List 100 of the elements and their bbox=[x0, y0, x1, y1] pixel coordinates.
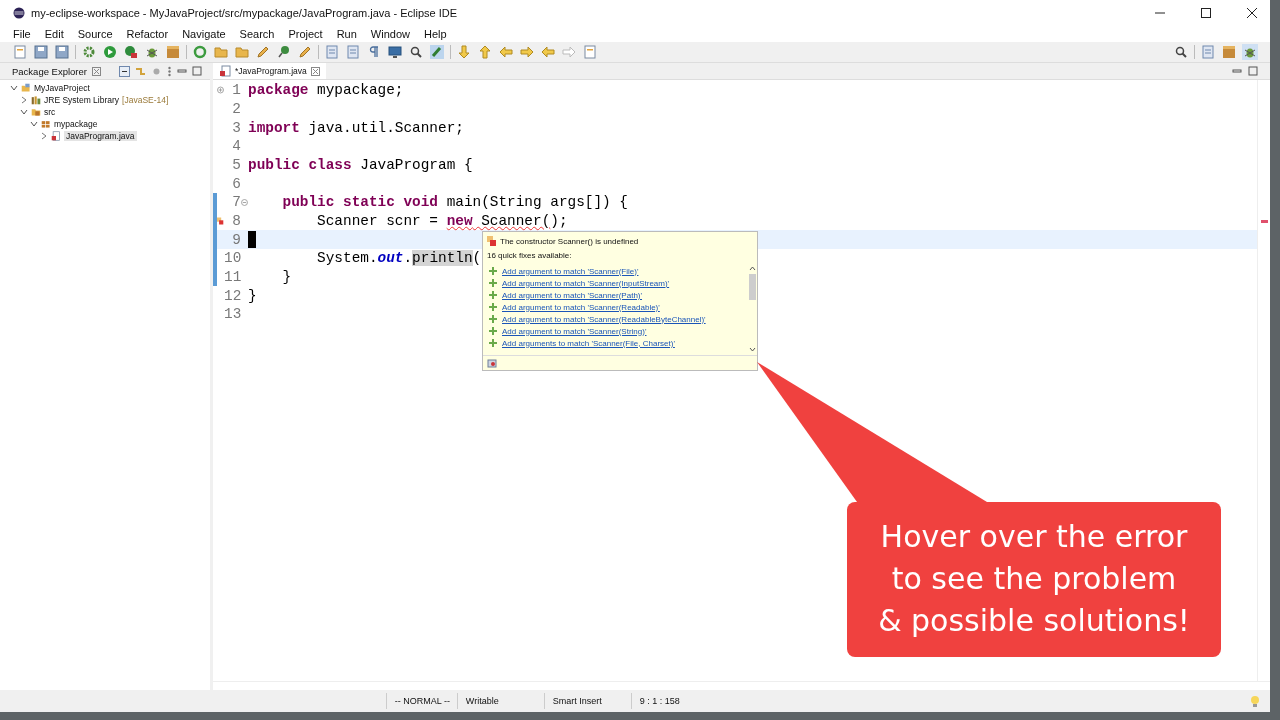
menu-item[interactable]: Window bbox=[370, 28, 410, 40]
pencil-icon[interactable] bbox=[255, 44, 271, 60]
pin-icon[interactable] bbox=[276, 44, 292, 60]
collapse-chevron-icon[interactable] bbox=[30, 120, 38, 128]
tree-item[interactable]: MyJavaProject bbox=[34, 83, 90, 93]
run-icon[interactable] bbox=[102, 44, 118, 60]
back-arrow-icon[interactable] bbox=[498, 44, 514, 60]
pencil-icon[interactable] bbox=[297, 44, 313, 60]
tree-item[interactable]: JavaProgram.java bbox=[64, 131, 137, 141]
forward-arrow-icon[interactable] bbox=[519, 44, 535, 60]
package-icon[interactable] bbox=[1221, 44, 1237, 60]
minimize-icon[interactable] bbox=[177, 66, 187, 76]
line-number: 8 bbox=[231, 212, 241, 229]
status-insert-mode: Smart Insert bbox=[543, 693, 631, 709]
error-icon bbox=[487, 236, 497, 246]
line-number: 11 bbox=[224, 268, 241, 285]
expand-fold-icon[interactable] bbox=[217, 86, 224, 95]
expand-chevron-icon[interactable] bbox=[20, 96, 28, 104]
view-menu-icon[interactable] bbox=[167, 65, 172, 77]
editor-tab[interactable]: *JavaProgram.java bbox=[213, 63, 326, 79]
minimize-icon[interactable] bbox=[1232, 66, 1242, 76]
java-file-icon bbox=[219, 65, 231, 77]
plus-icon bbox=[489, 339, 497, 347]
collapse-chevron-icon[interactable] bbox=[10, 84, 18, 92]
new-file-icon[interactable] bbox=[12, 44, 28, 60]
magnifier-icon[interactable] bbox=[408, 44, 424, 60]
collapse-chevron-icon[interactable] bbox=[20, 108, 28, 116]
save-icon[interactable] bbox=[33, 44, 49, 60]
code-line: } bbox=[248, 287, 257, 304]
package-icon[interactable] bbox=[165, 44, 181, 60]
run-tool-icon[interactable] bbox=[123, 44, 139, 60]
quick-fix-link[interactable]: Add argument to match 'Scanner(InputStream)' bbox=[502, 278, 670, 288]
tree-item[interactable]: mypackage bbox=[54, 119, 98, 129]
list-icon[interactable] bbox=[345, 44, 361, 60]
class-icon[interactable] bbox=[192, 44, 208, 60]
plus-icon bbox=[489, 315, 497, 323]
folder-icon[interactable] bbox=[213, 44, 229, 60]
line-number: 10 bbox=[224, 250, 241, 267]
up-arrow-icon[interactable] bbox=[477, 44, 493, 60]
settings-icon[interactable] bbox=[487, 358, 497, 368]
package-folder-icon bbox=[31, 107, 41, 117]
line-number: 6 bbox=[231, 175, 241, 192]
right-arrow-icon[interactable] bbox=[561, 44, 577, 60]
code-line: System.out.println( bbox=[316, 250, 482, 267]
java-file-icon bbox=[51, 131, 61, 141]
menu-item[interactable]: Project bbox=[288, 28, 323, 40]
scroll-thumb[interactable] bbox=[748, 274, 756, 300]
error-message: The constructor Scanner() is undefined bbox=[500, 236, 639, 246]
menu-item[interactable]: File bbox=[13, 28, 31, 40]
menu-item[interactable]: Run bbox=[336, 28, 357, 40]
save-all-icon[interactable] bbox=[54, 44, 70, 60]
plus-icon bbox=[489, 303, 497, 311]
maximize-icon[interactable] bbox=[1200, 7, 1212, 19]
gear-icon[interactable] bbox=[81, 44, 97, 60]
search-icon[interactable] bbox=[1173, 44, 1189, 60]
java-perspective-icon[interactable] bbox=[1242, 44, 1258, 60]
close-icon[interactable] bbox=[1246, 7, 1258, 19]
collapse-fold-icon[interactable] bbox=[241, 198, 248, 206]
down-arrow-icon[interactable] bbox=[456, 44, 472, 60]
quick-fix-link[interactable]: Add argument to match 'Scanner(ReadableByteChannel)' bbox=[502, 314, 706, 324]
menu-item[interactable]: Search bbox=[239, 28, 275, 40]
monitor-icon[interactable] bbox=[387, 44, 403, 60]
list-icon[interactable] bbox=[324, 44, 340, 60]
line-number: 4 bbox=[231, 138, 241, 155]
line-number: 5 bbox=[231, 156, 241, 173]
code-line: public class JavaProgram { bbox=[248, 156, 473, 173]
quick-fix-count: 16 quick fixes available: bbox=[486, 250, 573, 262]
status-writable: Writable bbox=[456, 693, 544, 709]
lightbulb-icon[interactable] bbox=[1250, 694, 1260, 708]
tree-item[interactable]: src bbox=[44, 107, 56, 117]
collapse-all-icon[interactable] bbox=[119, 65, 130, 77]
line-number: 9 bbox=[231, 231, 241, 248]
status-mode: -- NORMAL -- bbox=[385, 693, 457, 709]
expand-chevron-icon[interactable] bbox=[40, 132, 48, 140]
callout-text: Hover over the error to see the problem & possible solutions! bbox=[847, 502, 1221, 657]
plus-icon bbox=[489, 279, 497, 287]
scroll-down-icon[interactable] bbox=[748, 347, 756, 352]
folder-icon[interactable] bbox=[234, 44, 250, 60]
status-position: 9 : 1 : 158 bbox=[630, 693, 710, 709]
text-cursor bbox=[248, 231, 256, 249]
menu-item[interactable]: Help bbox=[424, 28, 447, 40]
code-line: public static void main(String args[]) { bbox=[281, 194, 628, 211]
code-line: } bbox=[281, 268, 292, 285]
window-icon[interactable] bbox=[582, 44, 598, 60]
quick-fix-link[interactable]: Add argument to match 'Scanner(File)' bbox=[502, 266, 639, 276]
menu-item[interactable]: Navigate bbox=[182, 28, 226, 40]
books-icon bbox=[31, 95, 41, 105]
quick-fix-link[interactable]: Add argument to match 'Scanner(Path)' bbox=[502, 290, 642, 300]
scroll-up-icon[interactable] bbox=[748, 266, 756, 271]
left-arrow-icon[interactable] bbox=[540, 44, 556, 60]
menu-item[interactable]: Source bbox=[77, 28, 113, 40]
quick-fix-link[interactable]: Add argument to match 'Scanner(String)' bbox=[502, 326, 647, 336]
quick-fix-link[interactable]: Add argument to match 'Scanner(Readable)' bbox=[502, 302, 660, 312]
quick-fix-link[interactable]: Add arguments to match 'Scanner(File, Charset)' bbox=[502, 338, 675, 348]
eclipse-logo-icon bbox=[13, 7, 25, 19]
highlight-icon[interactable] bbox=[429, 44, 445, 60]
menu-item[interactable]: Refactor bbox=[126, 28, 169, 40]
menu-item[interactable]: Edit bbox=[44, 28, 64, 40]
tree-item[interactable]: JRE System Library bbox=[44, 95, 120, 105]
window-title: my-eclipse-workspace - MyJavaProject/src/mypackage/JavaProgram.java - Eclipse IDE bbox=[31, 7, 458, 19]
